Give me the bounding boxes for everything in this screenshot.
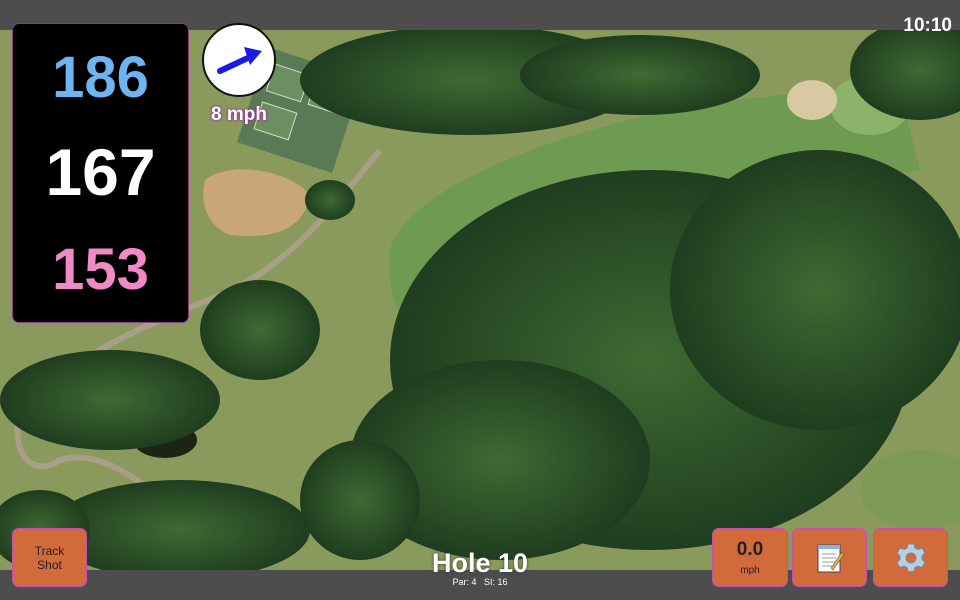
distance-panel[interactable]: 186 167 153: [12, 23, 189, 323]
speed-button[interactable]: 0.0 mph: [712, 528, 788, 587]
track-shot-label-line2: Shot: [37, 557, 62, 572]
wind-direction-arrow-icon: [217, 47, 262, 74]
wind-direction-dial: [202, 23, 276, 97]
back-distance: 186: [52, 45, 149, 110]
status-clock: 10:10: [903, 15, 952, 36]
notepad-icon: [817, 544, 844, 572]
hole-stroke-index: SI: 16: [484, 577, 508, 587]
scorecard-notes-button[interactable]: [792, 528, 867, 587]
hole-title: Hole 10: [431, 548, 529, 578]
front-distance: 153: [52, 237, 149, 302]
gear-icon: [895, 543, 926, 572]
hole-par: Par: 4: [452, 577, 477, 587]
hole-details: Par: 4 SI: 16: [400, 577, 560, 587]
speed-value: 0.0: [736, 539, 764, 560]
settings-button[interactable]: [873, 528, 948, 587]
wind-speed-label: 8 mph: [211, 104, 267, 125]
track-shot-label-line1: Track: [34, 543, 65, 558]
speed-unit: mph: [740, 565, 760, 576]
track-shot-button[interactable]: Track Shot: [12, 528, 87, 587]
middle-distance: 167: [45, 135, 156, 209]
